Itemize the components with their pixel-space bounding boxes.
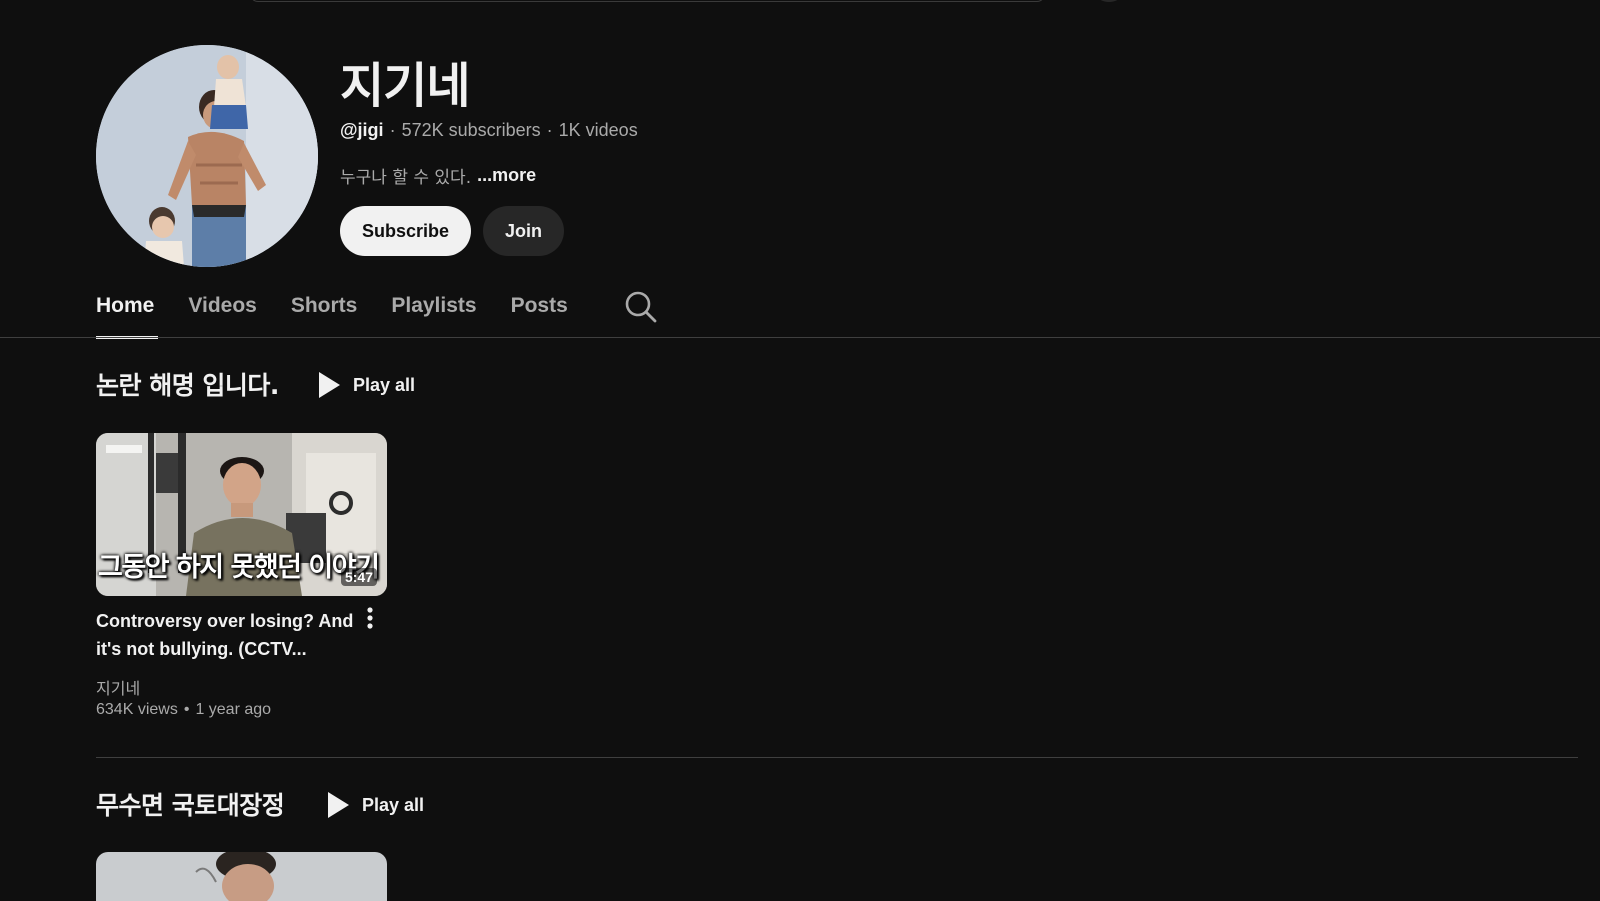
play-all-button[interactable]: Play all [317, 371, 415, 399]
play-icon [319, 372, 340, 398]
video-thumbnail[interactable]: 그동안 하지 못했던 이야기 5:47 [96, 433, 387, 596]
channel-handle: @jigi [340, 120, 384, 140]
masthead-search-box-edge[interactable] [250, 0, 1045, 2]
video-duration: 5:47 [340, 568, 377, 586]
meta-separator: · [389, 120, 396, 140]
meta-separator: · [546, 120, 553, 140]
shelf-title[interactable]: 무수면 국토대장정 [96, 786, 285, 822]
shelf-divider [96, 757, 1578, 758]
masthead-icon-edge[interactable] [1098, 0, 1120, 2]
play-icon [328, 792, 349, 818]
video-title[interactable]: Controversy over losing? And it's not bu… [96, 607, 358, 663]
description-more-link[interactable]: ...more [477, 165, 536, 186]
channel-tabs: Home Videos Shorts Playlists Posts [96, 286, 602, 339]
play-all-label: Play all [362, 794, 425, 815]
channel-name: 지기네 [340, 58, 470, 114]
play-all-button[interactable]: Play all [326, 791, 424, 819]
subscribe-button[interactable]: Subscribe [340, 206, 471, 256]
channel-avatar[interactable] [96, 45, 318, 267]
tab-playlists[interactable]: Playlists [391, 286, 476, 338]
video-stats: 634K views • 1 year ago [96, 701, 271, 719]
more-vert-icon[interactable] [362, 606, 378, 632]
tab-home[interactable]: Home [96, 286, 159, 339]
tab-posts[interactable]: Posts [511, 286, 568, 338]
tab-videos[interactable]: Videos [188, 286, 256, 338]
channel-meta: @jigi · 572K subscribers · 1K videos [340, 120, 638, 141]
video-views: 634K views [96, 701, 178, 718]
avatar-image [96, 45, 318, 267]
thumbnail-image [96, 852, 387, 901]
stats-separator: • [183, 701, 190, 718]
video-age: 1 year ago [195, 701, 272, 718]
tabs-divider [0, 337, 1600, 338]
video-count: 1K videos [558, 120, 638, 140]
shelf-title[interactable]: 논란 해명 입니다. [96, 366, 279, 402]
join-button[interactable]: Join [483, 206, 564, 256]
play-all-label: Play all [353, 374, 416, 395]
video-channel-name[interactable]: 지기네 [96, 675, 140, 699]
channel-page: 지기네 @jigi · 572K subscribers · 1K videos… [0, 0, 1600, 901]
channel-description[interactable]: 누구나 할 수 있다. ...more [340, 163, 536, 188]
search-icon[interactable] [624, 290, 658, 324]
channel-description-text: 누구나 할 수 있다. [340, 168, 472, 188]
tab-shorts[interactable]: Shorts [291, 286, 358, 338]
subscriber-count: 572K subscribers [401, 120, 541, 140]
video-thumbnail[interactable] [96, 852, 387, 901]
